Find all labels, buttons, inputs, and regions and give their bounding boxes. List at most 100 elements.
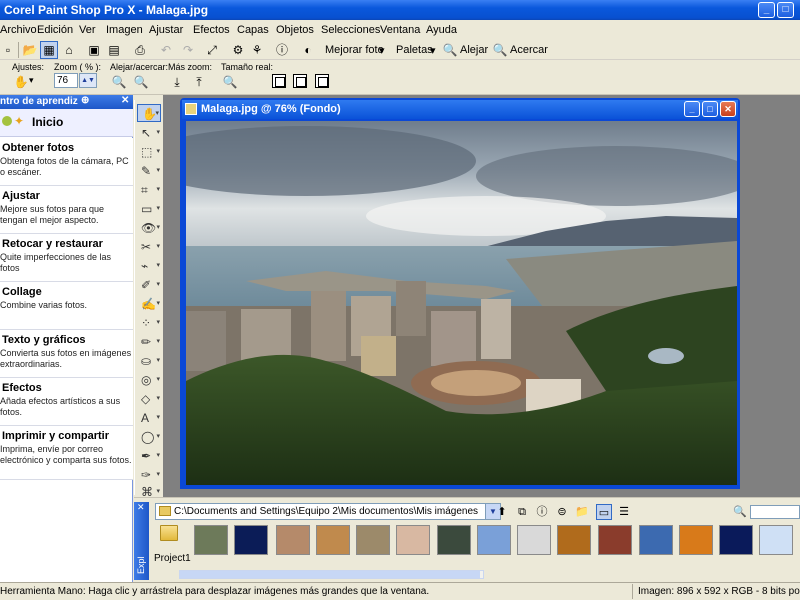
save-icon[interactable]: ▣ [86, 42, 102, 58]
fit-image-icon[interactable] [293, 74, 307, 88]
dodge-tool-icon[interactable]: ✐ [137, 276, 161, 294]
art-brush-tool-icon[interactable]: ✑ [137, 466, 161, 484]
folder-path-combo[interactable]: C:\Documents and Settings\Equipo 2\Mis d… [155, 503, 486, 520]
open-folder-icon[interactable]: 📂 [22, 42, 38, 58]
menu-ajustar[interactable]: Ajustar [149, 24, 183, 36]
zoom-out-button[interactable]: Alejar [460, 44, 488, 56]
background-eraser-tool-icon[interactable]: ◇ [137, 390, 161, 408]
red-eye-tool-icon[interactable]: 👁 [137, 219, 161, 237]
info-icon[interactable]: ⓘ [534, 504, 550, 520]
learning-item-texto[interactable]: Texto y gráficos Convierta sus fotos en … [0, 330, 133, 378]
photo-canvas[interactable] [186, 121, 737, 485]
new-file-icon[interactable]: ▫ [0, 42, 16, 58]
pick-tool-icon[interactable]: ↖ [137, 124, 161, 142]
learning-item-collage[interactable]: Collage Combine varias fotos. [0, 282, 133, 330]
thumbnail[interactable] [276, 525, 310, 555]
palette-knife-tool-icon[interactable]: ⌘ [137, 483, 161, 501]
maximize-button[interactable]: □ [777, 2, 794, 18]
export-icon[interactable]: ⚘ [249, 42, 265, 58]
zoom-in-button[interactable]: Acercar [510, 44, 548, 56]
resize-icon[interactable]: ⤢ [204, 42, 220, 58]
shape-tool-icon[interactable]: ◯ [137, 428, 161, 446]
crop-tool-icon[interactable]: ⌗ [137, 181, 161, 199]
menu-ver[interactable]: Ver [79, 24, 96, 36]
warp-tool-icon[interactable]: ⁘ [137, 314, 161, 332]
organizer-scrollbar[interactable] [179, 570, 484, 579]
menu-edicion[interactable]: Edición [37, 24, 73, 36]
actual-size-icon[interactable]: 🔍 [222, 74, 238, 90]
thumbnail-view-icon[interactable]: ▭ [596, 504, 612, 520]
back-icon[interactable] [2, 116, 12, 126]
learning-item-obtener-fotos[interactable]: Obtener fotos Obtenga fotos de la cámara… [0, 138, 133, 186]
organizer-search-input[interactable] [750, 505, 800, 519]
more-zoom-out-icon[interactable]: ⤓ [169, 74, 185, 90]
learning-item-heading[interactable]: Efectos [2, 382, 42, 394]
eraser-tool-icon[interactable]: ✏ [137, 333, 161, 351]
pen-tool-icon[interactable]: ✒ [137, 447, 161, 465]
fill-tool-icon[interactable]: ⛀ [137, 352, 161, 370]
open-folder-icon[interactable]: 📁 [574, 504, 590, 520]
menu-efectos[interactable]: Efectos [193, 24, 230, 36]
image-window[interactable]: Malaga.jpg @ 76% (Fondo) _ □ ✕ [180, 98, 740, 489]
selection-tool-icon[interactable]: ⬚ [137, 143, 161, 161]
menu-archivo[interactable]: Archivo [0, 24, 37, 36]
menu-objetos[interactable]: Objetos [276, 24, 314, 36]
browse-icon[interactable]: ▦ [40, 41, 58, 59]
menu-imagen[interactable]: Imagen [106, 24, 143, 36]
brush-tool-icon[interactable]: ✍ [137, 295, 161, 313]
scanner-icon[interactable]: ⌂ [61, 42, 77, 58]
menu-capas[interactable]: Capas [237, 24, 269, 36]
zoom-in-tool-icon[interactable]: 🔍 [133, 74, 149, 90]
image-minimize-button[interactable]: _ [684, 101, 700, 117]
thumbnail[interactable] [679, 525, 713, 555]
close-palette-icon[interactable]: ✕ [121, 95, 129, 106]
thumbnail[interactable] [719, 525, 753, 555]
learning-item-ajustar[interactable]: Ajustar Mejore sus fotos para que tengan… [0, 186, 133, 234]
makeover-tool-icon[interactable]: ✂ [137, 238, 161, 256]
learning-home[interactable]: ✦ Inicio [0, 109, 133, 137]
hand-preset-icon[interactable]: ✋ [13, 74, 29, 90]
crop-image-icon[interactable]: ⚙ [230, 42, 246, 58]
thumbnail[interactable] [557, 525, 591, 555]
enhance-dropdown-arrow[interactable]: ▾ [379, 44, 385, 57]
learning-item-heading[interactable]: Texto y gráficos [2, 334, 86, 346]
image-close-button[interactable]: ✕ [720, 101, 736, 117]
learning-item-heading[interactable]: Imprimir y compartir [2, 430, 109, 442]
thumbnail[interactable] [477, 525, 511, 555]
search-icon[interactable]: 🔍 [732, 504, 748, 520]
thumbnail[interactable] [598, 525, 632, 555]
image-window-titlebar[interactable]: Malaga.jpg @ 76% (Fondo) _ □ ✕ [182, 100, 738, 119]
up-folder-icon[interactable]: ⬆ [494, 504, 510, 520]
thumbnail[interactable] [759, 525, 793, 555]
fit-window-icon[interactable] [272, 74, 286, 88]
color-icon[interactable]: ◐ [300, 42, 316, 58]
organizer-close-icon[interactable]: ✕ [137, 502, 145, 513]
redo-icon[interactable]: ↷ [180, 42, 196, 58]
preset-dropdown-arrow[interactable]: ▾ [29, 75, 34, 86]
menu-selecciones[interactable]: Selecciones [321, 24, 380, 36]
thumbnail[interactable] [437, 525, 471, 555]
zoom-in-icon[interactable]: 🔍 [492, 42, 508, 58]
pan-tool-icon[interactable]: ✋ [137, 104, 161, 123]
learning-item-heading[interactable]: Ajustar [2, 190, 40, 202]
organizer-side-tab[interactable]: ✕ Expl [134, 502, 149, 580]
zoom-out-tool-icon[interactable]: 🔍 [111, 74, 127, 90]
details-view-icon[interactable]: ☰ [616, 504, 632, 520]
text-tool-icon[interactable]: A [137, 409, 161, 427]
thumbnail[interactable] [194, 525, 228, 555]
palettes-button[interactable]: Paletas [396, 44, 433, 56]
image-maximize-button[interactable]: □ [702, 101, 718, 117]
learning-item-heading[interactable]: Obtener fotos [2, 142, 74, 154]
learning-item-imprimir[interactable]: Imprimir y compartir Imprima, envíe por … [0, 426, 133, 480]
save-as-icon[interactable]: ▤ [106, 42, 122, 58]
learning-item-retocar[interactable]: Retocar y restaurar Quite imperfecciones… [0, 234, 133, 282]
learning-item-heading[interactable]: Collage [2, 286, 42, 298]
print-icon[interactable]: ⎙ [132, 42, 148, 58]
palettes-dropdown-arrow[interactable]: ▾ [430, 44, 436, 57]
thumbnail[interactable] [517, 525, 551, 555]
thumbnail[interactable] [316, 525, 350, 555]
zoom-out-icon[interactable]: 🔍 [442, 42, 458, 58]
zoom-spinner[interactable]: ▲▼ [79, 73, 97, 88]
info-icon[interactable]: ⓘ [274, 42, 290, 58]
undo-icon[interactable]: ↶ [158, 42, 174, 58]
